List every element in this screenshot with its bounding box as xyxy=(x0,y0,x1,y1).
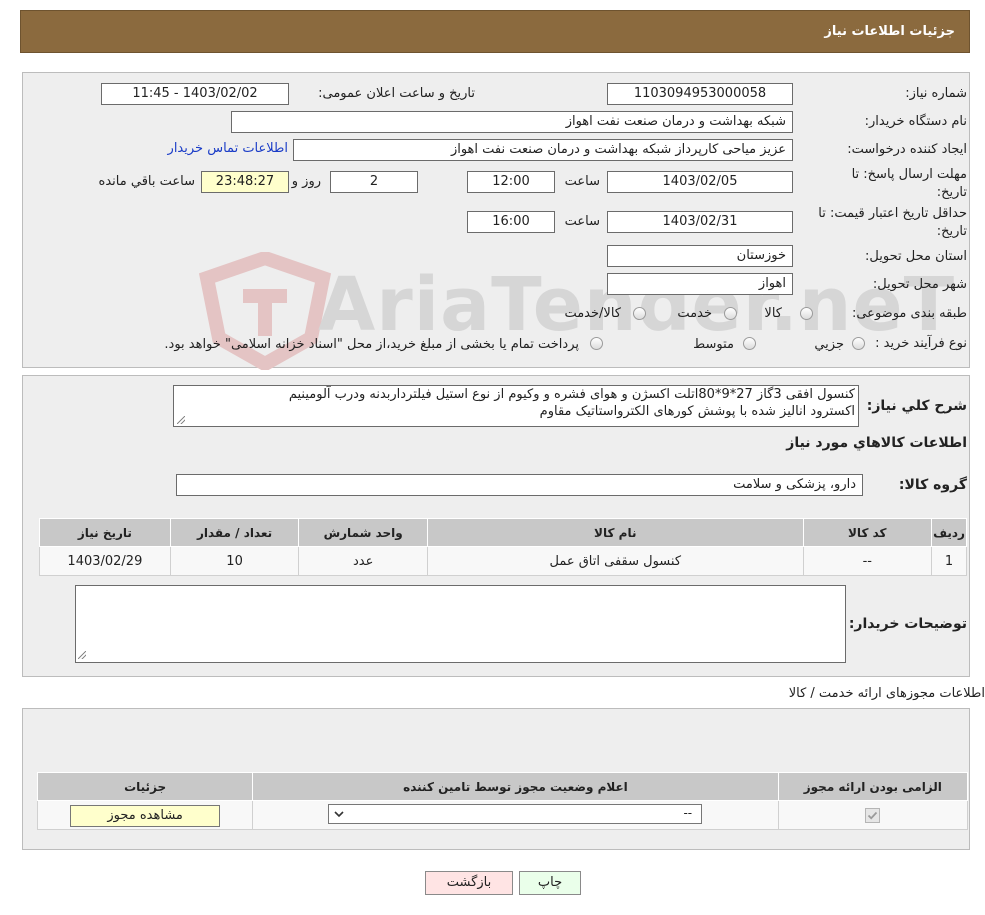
resize-handle[interactable] xyxy=(177,416,185,424)
permits-table: الزامی بودن ارائه مجوز اعلام وضعیت مجوز … xyxy=(36,772,969,830)
category-service-label: خدمت xyxy=(677,306,712,321)
price-validity-time: 16:00 xyxy=(467,211,555,233)
category-goods-label: کالا xyxy=(764,306,782,321)
delivery-city-field: اهواز xyxy=(607,273,793,295)
chevron-down-icon xyxy=(333,808,345,824)
col-permit-details: جزئیات xyxy=(36,772,254,801)
buyer-notes-textarea xyxy=(75,585,846,663)
general-description-textarea: کنسول افقی 3گاز 27*9*80اتلت اکسژن و هوای… xyxy=(173,385,859,427)
col-quantity: تعداد / مقدار xyxy=(169,518,300,547)
buyer-org-label: نام دستگاه خریدار: xyxy=(864,114,967,129)
watermark-logo xyxy=(195,250,335,373)
response-deadline-label: مهلت ارسال پاسخ: تا تاریخ: xyxy=(851,167,967,200)
process-minor-label: جزيي xyxy=(814,337,844,352)
col-goods-name: نام کالا xyxy=(427,518,804,547)
goods-group-label: گروه کالا: xyxy=(898,477,967,493)
process-medium-label: متوسط xyxy=(693,337,734,352)
view-permit-button[interactable]: مشاهده مجوز xyxy=(70,805,221,827)
col-row-number: رديف xyxy=(931,518,967,547)
permit-status-value: -- xyxy=(683,806,693,820)
notes-resize-handle[interactable] xyxy=(78,651,86,659)
process-note-radio[interactable] xyxy=(590,337,603,350)
cell-unit: عدد xyxy=(298,546,428,576)
category-goods-radio[interactable] xyxy=(800,307,813,320)
cell-need-date: 1403/02/29 xyxy=(39,546,171,576)
cell-permit-status: -- xyxy=(252,800,779,830)
buyer-org-field: شبکه بهداشت و درمان صنعت نفت اهواز xyxy=(231,111,793,133)
price-validity-date: 1403/02/31 xyxy=(607,211,793,233)
announce-datetime-label: تاریخ و ساعت اعلان عمومی: xyxy=(318,86,475,101)
description-line-2: اکسترود انالیز شده با پوشش کورهای الکترو… xyxy=(539,404,855,419)
category-goods-service-label: کالا/خدمت xyxy=(564,306,621,321)
buyer-contact-link[interactable]: اطلاعات تماس خریدار xyxy=(168,141,288,156)
goods-info-title: اطلاعات کالاهاي مورد نياز xyxy=(786,435,967,451)
request-creator-label: ایجاد کننده درخواست: xyxy=(847,142,967,157)
cell-permit-required xyxy=(777,800,969,830)
permits-table-header: الزامی بودن ارائه مجوز اعلام وضعیت مجوز … xyxy=(36,772,969,801)
need-number-label: شماره نیاز: xyxy=(905,86,967,101)
cell-quantity: 10 xyxy=(169,546,300,576)
price-validity-label: حداقل تاریخ اعتبار قیمت: تا تاریخ: xyxy=(818,206,967,239)
goods-table: رديف کد کالا نام کالا واحد شمارش تعداد /… xyxy=(39,518,967,576)
cell-row-number: 1 xyxy=(931,546,967,576)
remaining-days-field: 2 xyxy=(330,171,418,193)
col-unit: واحد شمارش xyxy=(298,518,428,547)
permit-status-select[interactable]: -- xyxy=(328,804,703,824)
page-title: جزئیات اطلاعات نیاز xyxy=(824,24,955,39)
col-permit-required: الزامی بودن ارائه مجوز xyxy=(777,772,969,801)
delivery-city-label: شهر محل تحویل: xyxy=(872,277,967,292)
validity-time-label: ساعت xyxy=(564,214,600,229)
cell-goods-name: کنسول سقفی اتاق عمل xyxy=(427,546,804,576)
general-description-label: شرح کلي نياز: xyxy=(866,398,967,414)
col-goods-code: کد کالا xyxy=(802,518,933,547)
category-goods-service-radio[interactable] xyxy=(633,307,646,320)
need-number-field: 1103094953000058 xyxy=(607,83,793,105)
response-deadline-date: 1403/02/05 xyxy=(607,171,793,193)
buyer-notes-label: توضیحات خریدار: xyxy=(848,616,967,632)
process-medium-radio[interactable] xyxy=(743,337,756,350)
goods-table-header: رديف کد کالا نام کالا واحد شمارش تعداد /… xyxy=(39,518,967,547)
remaining-time-field: 23:48:27 xyxy=(201,171,289,193)
delivery-province-label: استان محل تحویل: xyxy=(865,249,967,264)
page-header: جزئیات اطلاعات نیاز xyxy=(20,10,970,53)
cell-permit-details: مشاهده مجوز xyxy=(36,800,254,830)
days-label: روز و xyxy=(291,174,321,189)
request-creator-field: عزیز میاحی کارپرداز شبکه بهداشت و درمان … xyxy=(293,139,793,161)
print-button[interactable]: چاپ xyxy=(519,871,581,895)
remaining-time-label: ساعت باقي مانده xyxy=(98,174,195,189)
category-service-radio[interactable] xyxy=(724,307,737,320)
deadline-time-label: ساعت xyxy=(564,174,600,189)
subject-category-label: طبقه بندی موضوعی: xyxy=(851,306,967,321)
cell-goods-code: -- xyxy=(802,546,933,576)
col-permit-status: اعلام وضعیت مجوز توسط تامین کننده xyxy=(252,772,779,801)
table-row: -- مشاهده مجوز xyxy=(36,800,969,830)
delivery-province-field: خوزستان xyxy=(607,245,793,267)
back-button[interactable]: بازگشت xyxy=(425,871,513,895)
process-note-text: پرداخت تمام یا بخشی از مبلغ خرید،از محل … xyxy=(164,337,579,352)
col-need-date: تاريخ نياز xyxy=(39,518,171,547)
announce-datetime-field: 1403/02/02 - 11:45 xyxy=(101,83,289,105)
permits-section-title: اطلاعات مجوزهای ارائه خدمت / کالا xyxy=(788,686,985,701)
description-line-1: کنسول افقی 3گاز 27*9*80اتلت اکسژن و هوای… xyxy=(288,387,855,402)
goods-group-field: دارو، پزشکی و سلامت xyxy=(176,474,863,496)
permit-required-checkbox xyxy=(865,807,881,823)
response-deadline-time: 12:00 xyxy=(467,171,555,193)
purchase-process-label: نوع فرآیند خرید : xyxy=(875,336,967,351)
process-minor-radio[interactable] xyxy=(852,337,865,350)
table-row: 1 -- کنسول سقفی اتاق عمل عدد 10 1403/02/… xyxy=(39,546,967,576)
